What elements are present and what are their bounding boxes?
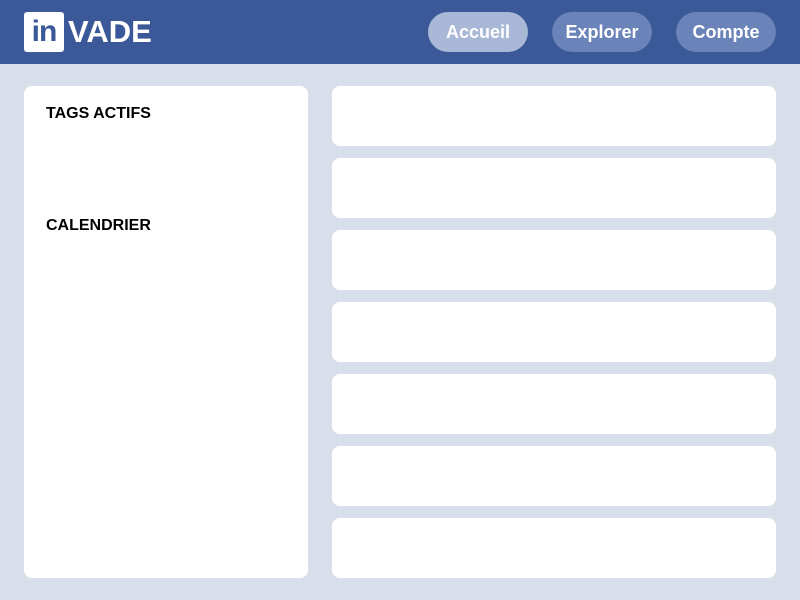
feed-card[interactable] — [332, 86, 776, 146]
logo-text[interactable]: VADE — [68, 12, 152, 52]
logo-icon[interactable]: in — [24, 12, 64, 52]
top-navigation-bar: in VADE Accueil Explorer Compte — [0, 0, 800, 64]
feed-card[interactable] — [332, 446, 776, 506]
feed-card[interactable] — [332, 230, 776, 290]
nav-explorer-button[interactable]: Explorer — [552, 12, 652, 52]
nav-compte-button[interactable]: Compte — [676, 12, 776, 52]
feed-card[interactable] — [332, 374, 776, 434]
active-tags-heading: TAGS ACTIFS — [46, 105, 151, 122]
feed-card[interactable] — [332, 302, 776, 362]
feed-card[interactable] — [332, 518, 776, 578]
feed-card[interactable] — [332, 158, 776, 218]
nav-accueil-button[interactable]: Accueil — [428, 12, 528, 52]
sidebar-panel: TAGS ACTIFS CALENDRIER — [24, 86, 308, 578]
calendar-heading: CALENDRIER — [46, 217, 151, 234]
